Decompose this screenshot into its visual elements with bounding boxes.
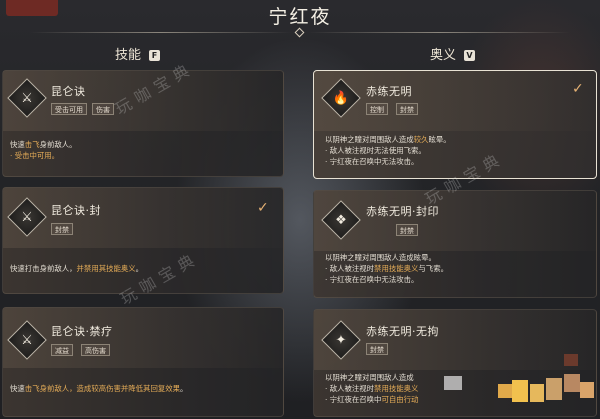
skill-name: 昆仑诀 [51,85,86,98]
skill-tag: 高伤害 [81,344,110,356]
mosaic-blur [438,354,598,418]
ultimate-name: 赤练无明 [366,85,412,98]
skills-title: 技能 [115,48,142,63]
title-divider-left [30,32,292,33]
skill-name: 昆仑诀·禁疗 [51,325,113,338]
ultimate-description: 以阴神之瞳对周围敌人造成较久眩晕。 · 敌人被注视时无法使用飞索。 · 宁红夜在… [325,135,451,166]
ultimates-header: 奥义 V [430,44,476,63]
ultimate-tag: 封禁 [396,103,418,115]
top-bar: 宁红夜 [0,0,600,28]
skills-header: 技能 F [115,44,161,63]
ultimate-description: 以阴神之瞳对周围敌人造成眩晕。 · 敌人被注视时禁用技能奥义与飞索。 · 宁红夜… [325,253,448,284]
skill-description: 快速击飞身前敌人，造成较高伤害并降低其回复效果。 [10,384,188,393]
ultimate-name: 赤练无明·封印 [366,205,439,218]
skill-description: 快速打击身前敌人，并禁用其技能奥义。 [10,264,144,273]
skill-card-kunlun-heal-block[interactable]: ⚔ 昆仑诀·禁疗 减益 高伤害 快速击飞身前敌人，造成较高伤害并降低其回复效果。 [2,307,284,417]
skill-tag: 封禁 [51,223,73,235]
ultimate-card-chilian[interactable]: 🔥 赤练无明 控制 封禁 ✓ 以阴神之瞳对周围敌人造成较久眩晕。 · 敌人被注视… [313,70,597,179]
ultimate-card-chilian-seal[interactable]: ❖ 赤练无明·封印 封禁 以阴神之瞳对周围敌人造成眩晕。 · 敌人被注视时禁用技… [313,190,597,298]
ultimates-title: 奥义 [430,48,457,63]
page-title: 宁红夜 [268,6,332,28]
title-divider-right [308,32,570,33]
skills-key-hint: F [149,50,161,61]
skill-tag: 受击可用 [51,103,87,115]
title-ornament-icon [294,27,305,38]
ultimate-tag: 控制 [366,103,388,115]
ultimates-key-hint: V [464,50,476,61]
skill-description: 快速击飞身前敌人。 · 受击中可用。 [10,140,77,160]
ultimate-tag: 封禁 [366,343,388,355]
selected-check-icon: ✓ [257,200,269,216]
ultimate-tag: 封禁 [396,224,418,236]
ultimate-name: 赤练无明·无拘 [366,325,439,338]
selected-check-icon: ✓ [572,81,584,97]
skill-name: 昆仑诀·封 [51,204,101,217]
skill-tag: 伤害 [92,103,114,115]
skill-tag: 减益 [51,344,73,356]
